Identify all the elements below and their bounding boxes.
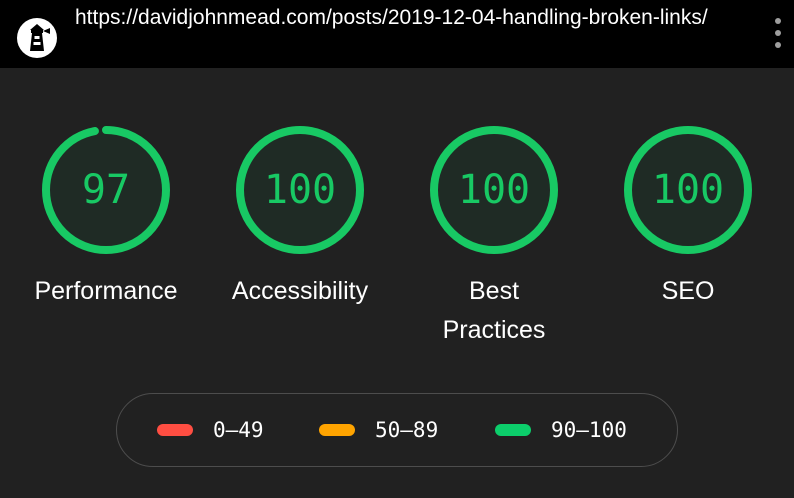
legend-item-fail: 0–49	[157, 394, 264, 466]
legend-range-fail: 0–49	[213, 418, 264, 442]
legend-swatch-pass	[495, 424, 531, 436]
gauge-label: Best Practices	[442, 277, 546, 344]
legend-item-average: 50–89	[319, 394, 438, 466]
legend-item-pass: 90–100	[495, 394, 627, 466]
gauge-label: Accessibility	[231, 277, 369, 305]
gauge-performance[interactable]: 97 Performance	[34, 120, 178, 305]
gauge-accessibility[interactable]: 100 Accessibility	[230, 120, 370, 305]
gauge-best-practices[interactable]: 100 Best Practices	[424, 120, 564, 344]
url-bar: https://davidjohnmead.com/posts/2019-12-…	[0, 0, 794, 68]
score-legend: 0–49 50–89 90–100	[116, 393, 678, 467]
more-vert-icon[interactable]	[770, 18, 786, 52]
legend-range-pass: 90–100	[551, 418, 627, 442]
legend-range-average: 50–89	[375, 418, 439, 442]
gauge-ring: 100	[230, 120, 370, 260]
gauge-label: SEO	[661, 277, 715, 305]
legend-swatch-average	[319, 424, 355, 436]
gauge-label: Performance	[34, 277, 178, 305]
page-url[interactable]: https://davidjohnmead.com/posts/2019-12-…	[75, 0, 715, 38]
gauge-score: 100	[457, 167, 531, 213]
gauge-score: 100	[651, 167, 725, 213]
gauge-score: 97	[81, 167, 131, 213]
gauge-ring: 100	[618, 120, 758, 260]
legend-swatch-fail	[157, 424, 193, 436]
lighthouse-icon	[17, 18, 57, 58]
gauge-ring: 97	[36, 120, 176, 260]
gauge-score: 100	[263, 167, 337, 213]
gauge-seo[interactable]: 100 SEO	[618, 120, 758, 305]
gauge-ring: 100	[424, 120, 564, 260]
